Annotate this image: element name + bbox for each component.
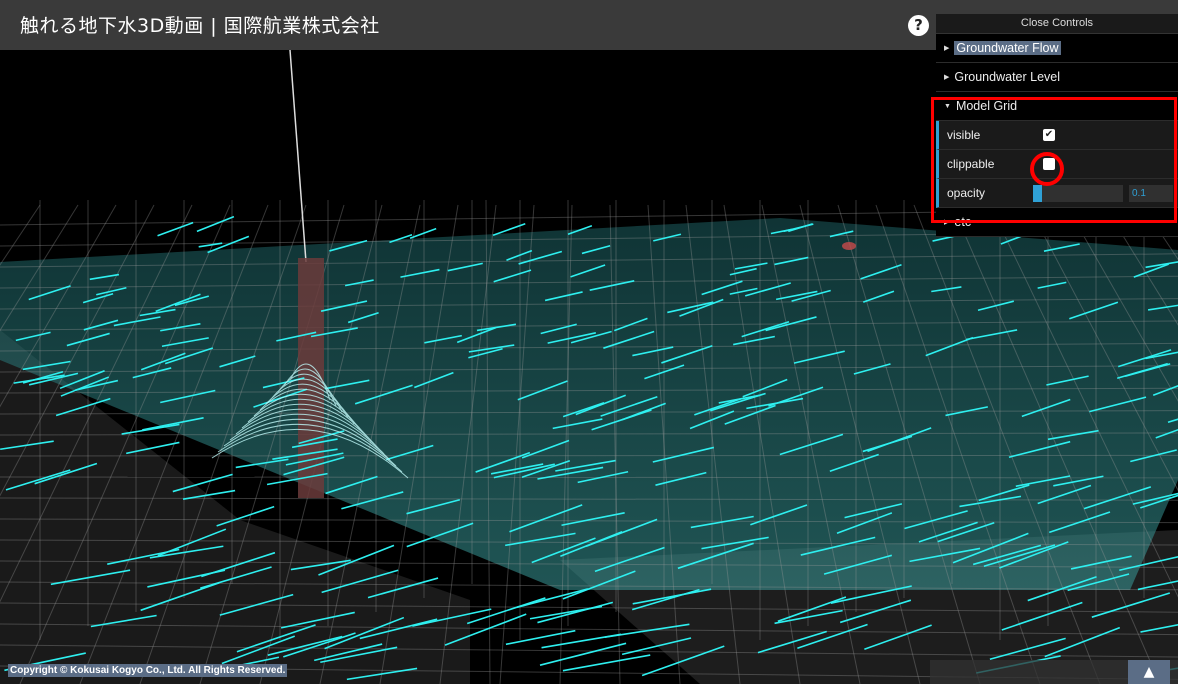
- folder-groundwater-flow[interactable]: ▶ Groundwater Flow: [936, 34, 1178, 63]
- page-title: 触れる地下水3D動画 | 国際航業株式会社: [20, 15, 380, 37]
- copyright-text: Copyright © Kokusai Kogyo Co., Ltd. All …: [8, 664, 288, 677]
- folder-label: Groundwater Level: [954, 70, 1061, 84]
- scroll-top-button[interactable]: ▲: [1128, 660, 1170, 684]
- triangle-up-icon: ▲: [1143, 664, 1155, 680]
- triangle-right-icon: ▶: [944, 74, 950, 81]
- marker: [842, 242, 856, 250]
- help-icon[interactable]: ?: [908, 15, 929, 36]
- close-controls-button[interactable]: Close Controls: [936, 14, 1178, 34]
- model-grid-highlight-box: [931, 97, 1177, 223]
- triangle-right-icon: ▶: [944, 45, 950, 52]
- folder-label: Groundwater Flow: [954, 41, 1061, 55]
- grid-line: [0, 454, 1178, 457]
- folder-groundwater-level[interactable]: ▶ Groundwater Level: [936, 63, 1178, 92]
